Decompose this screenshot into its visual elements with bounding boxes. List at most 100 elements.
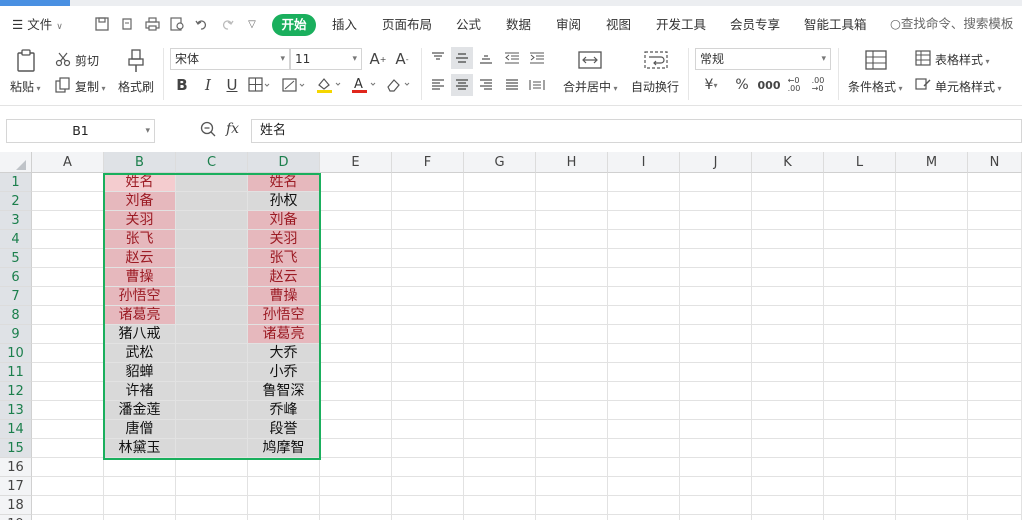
column-header-h[interactable]: H [536, 152, 608, 173]
column-header-i[interactable]: I [608, 152, 680, 173]
zoom-icon[interactable] [200, 121, 218, 141]
copy-button[interactable]: 复制 ▾ [75, 78, 106, 95]
tab-review[interactable]: 审阅 [556, 16, 581, 34]
cell[interactable] [536, 439, 608, 458]
cell[interactable] [464, 515, 536, 520]
cell[interactable] [104, 477, 176, 496]
cell[interactable] [32, 496, 104, 515]
row-header[interactable]: 14 [0, 420, 32, 439]
cell[interactable] [32, 401, 104, 420]
cell[interactable] [392, 458, 464, 477]
cell-b6[interactable]: 曹操 [104, 268, 176, 287]
cell[interactable] [752, 496, 824, 515]
cell[interactable] [464, 230, 536, 249]
output-icon[interactable] [117, 14, 137, 34]
cell[interactable] [680, 458, 752, 477]
align-center-icon[interactable] [451, 74, 473, 96]
cell[interactable] [392, 306, 464, 325]
column-header-j[interactable]: J [680, 152, 752, 173]
cell-d5[interactable]: 张飞 [248, 249, 320, 268]
cell[interactable] [32, 173, 104, 192]
cell[interactable] [392, 211, 464, 230]
cell[interactable] [608, 401, 680, 420]
cell[interactable] [824, 287, 896, 306]
clear-format-icon[interactable] [384, 75, 412, 95]
tab-data[interactable]: 数据 [506, 16, 531, 34]
bold-icon[interactable]: B [172, 75, 192, 95]
increase-font-icon[interactable]: A + [368, 49, 388, 69]
cell-d2[interactable]: 孙权 [248, 192, 320, 211]
align-middle-icon[interactable] [451, 47, 473, 69]
cell[interactable] [968, 249, 1022, 268]
row-header[interactable]: 9 [0, 325, 32, 344]
cell[interactable] [176, 211, 248, 230]
cell[interactable] [608, 192, 680, 211]
print-icon[interactable] [142, 14, 162, 34]
cell[interactable] [752, 287, 824, 306]
italic-icon[interactable]: I [198, 75, 218, 95]
cell[interactable] [536, 211, 608, 230]
cell[interactable] [320, 477, 392, 496]
cell[interactable] [32, 515, 104, 520]
cell[interactable] [968, 458, 1022, 477]
increase-indent-icon[interactable] [527, 48, 547, 68]
cell[interactable] [464, 268, 536, 287]
cell[interactable] [320, 249, 392, 268]
cell[interactable] [32, 230, 104, 249]
cell[interactable] [536, 173, 608, 192]
cell[interactable] [32, 363, 104, 382]
column-header-g[interactable]: G [464, 152, 536, 173]
cell[interactable] [968, 496, 1022, 515]
cell[interactable] [464, 211, 536, 230]
column-header-b[interactable]: B [104, 152, 176, 173]
cell[interactable] [320, 192, 392, 211]
cell[interactable] [968, 287, 1022, 306]
cell[interactable] [968, 401, 1022, 420]
cell[interactable] [32, 382, 104, 401]
cell[interactable] [680, 439, 752, 458]
cell[interactable] [32, 439, 104, 458]
cell[interactable] [392, 325, 464, 344]
name-box[interactable]: B1 ▾ [6, 119, 155, 143]
cell[interactable] [896, 363, 968, 382]
cell[interactable] [608, 458, 680, 477]
cell[interactable] [104, 515, 176, 520]
cell[interactable] [752, 420, 824, 439]
cell[interactable] [608, 325, 680, 344]
cell[interactable] [536, 363, 608, 382]
cell[interactable] [896, 515, 968, 520]
cell[interactable] [968, 515, 1022, 520]
cell[interactable] [824, 173, 896, 192]
cell[interactable] [896, 249, 968, 268]
cell[interactable] [896, 344, 968, 363]
distributed-align-icon[interactable] [527, 75, 547, 95]
cell[interactable] [176, 439, 248, 458]
cell[interactable] [392, 249, 464, 268]
align-top-icon[interactable] [428, 48, 448, 68]
cell[interactable] [824, 211, 896, 230]
cell[interactable] [32, 287, 104, 306]
cell-b1[interactable]: 姓名 [104, 173, 176, 192]
cell[interactable] [248, 477, 320, 496]
font-color-icon[interactable]: A [350, 75, 378, 95]
cell[interactable] [608, 515, 680, 520]
cell[interactable] [680, 306, 752, 325]
cell[interactable] [824, 268, 896, 287]
cell[interactable] [896, 439, 968, 458]
column-header-k[interactable]: K [752, 152, 824, 173]
cell[interactable] [392, 287, 464, 306]
cell-b7[interactable]: 孙悟空 [104, 287, 176, 306]
cell[interactable] [32, 325, 104, 344]
cell[interactable] [824, 344, 896, 363]
cell[interactable] [176, 420, 248, 439]
cell[interactable] [896, 325, 968, 344]
cell-b5[interactable]: 赵云 [104, 249, 176, 268]
cell-b8[interactable]: 诸葛亮 [104, 306, 176, 325]
cell[interactable] [896, 420, 968, 439]
paste-icon[interactable] [12, 48, 40, 74]
column-header-e[interactable]: E [320, 152, 392, 173]
cell-b11[interactable]: 貂蝉 [104, 363, 176, 382]
cell[interactable] [176, 515, 248, 520]
align-bottom-icon[interactable] [476, 48, 496, 68]
cell[interactable] [464, 325, 536, 344]
